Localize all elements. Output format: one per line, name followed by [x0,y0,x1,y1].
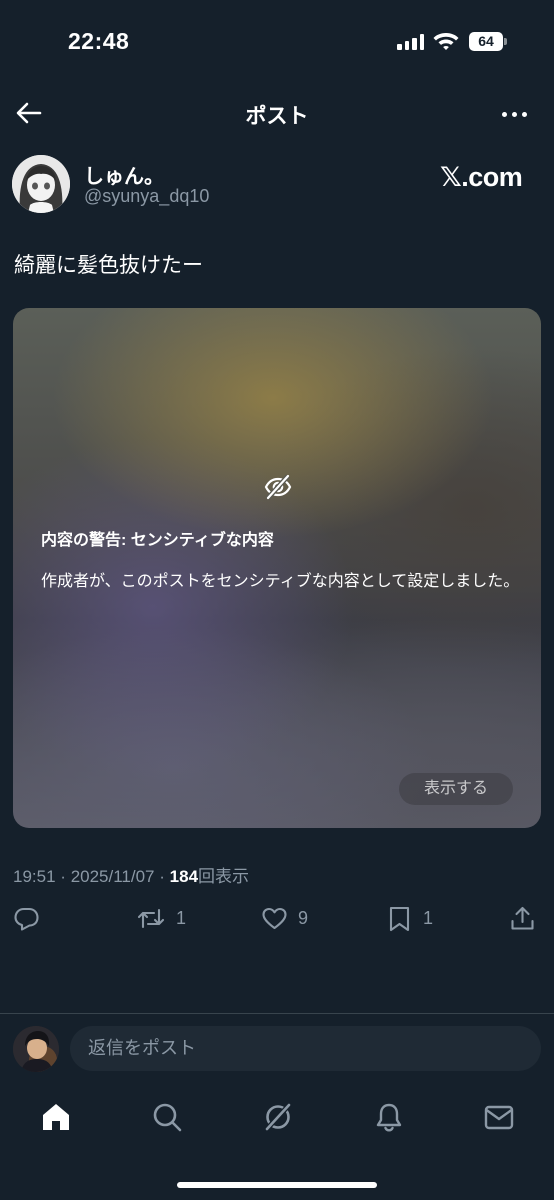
share-button[interactable] [509,903,536,933]
user-avatar[interactable] [13,1026,59,1072]
x-com-logo[interactable]: 𝕏.com [440,162,523,193]
post-date: 2025/11/07 [70,867,155,886]
divider [0,1013,554,1014]
retweet-button[interactable]: 1 [136,903,186,933]
like-button[interactable]: 9 [261,903,308,933]
author-display-name[interactable]: しゅん。 [84,160,164,189]
like-count: 9 [298,907,309,928]
content-warning-body: 作成者が、このポストをセンシティブな内容として設定しました。 [41,573,520,590]
home-indicator[interactable] [177,1182,377,1188]
grok-icon[interactable] [262,1101,294,1133]
bookmark-count: 1 [423,907,434,928]
meta-separator: · [60,867,66,886]
wifi-icon [433,33,459,50]
show-media-button[interactable]: 表示する [399,773,513,805]
home-icon[interactable] [40,1101,72,1133]
author-avatar[interactable] [12,155,70,213]
reply-input[interactable] [70,1026,541,1071]
meta-separator: · [159,867,165,886]
retweet-count: 1 [176,907,187,928]
messages-envelope-icon[interactable] [483,1101,515,1133]
content-warning-title: 内容の警告: センシティブな内容 [41,532,274,549]
post-meta: 19:51 · 2025/11/07 · 184回表示 [13,862,249,887]
heart-icon [262,907,287,929]
page-title: ポスト [245,105,309,128]
search-icon[interactable] [151,1101,183,1133]
post-text: 綺麗に髪色抜けたー [14,254,203,277]
eye-off-icon [264,474,292,500]
battery-icon: 64 [469,32,507,51]
cellular-signal-icon [397,33,425,50]
more-options-icon[interactable] [496,104,532,124]
view-count-label: 回表示 [198,867,250,886]
author-handle[interactable]: @syunya_dq10 [84,186,209,207]
retweet-icon [137,908,165,928]
view-count: 184 [169,867,199,886]
reply-button[interactable] [13,903,40,933]
post-time: 19:51 [13,867,56,886]
notifications-bell-icon[interactable] [373,1101,405,1133]
status-time: 22:48 [68,28,130,54]
share-icon [511,906,534,930]
bookmark-button[interactable]: 1 [386,903,433,933]
reply-icon [14,907,39,931]
bookmark-icon [389,906,410,931]
sensitive-media[interactable]: 内容の警告: センシティブな内容 作成者が、このポストをセンシティブな内容として… [13,308,541,828]
battery-level: 64 [469,32,503,51]
